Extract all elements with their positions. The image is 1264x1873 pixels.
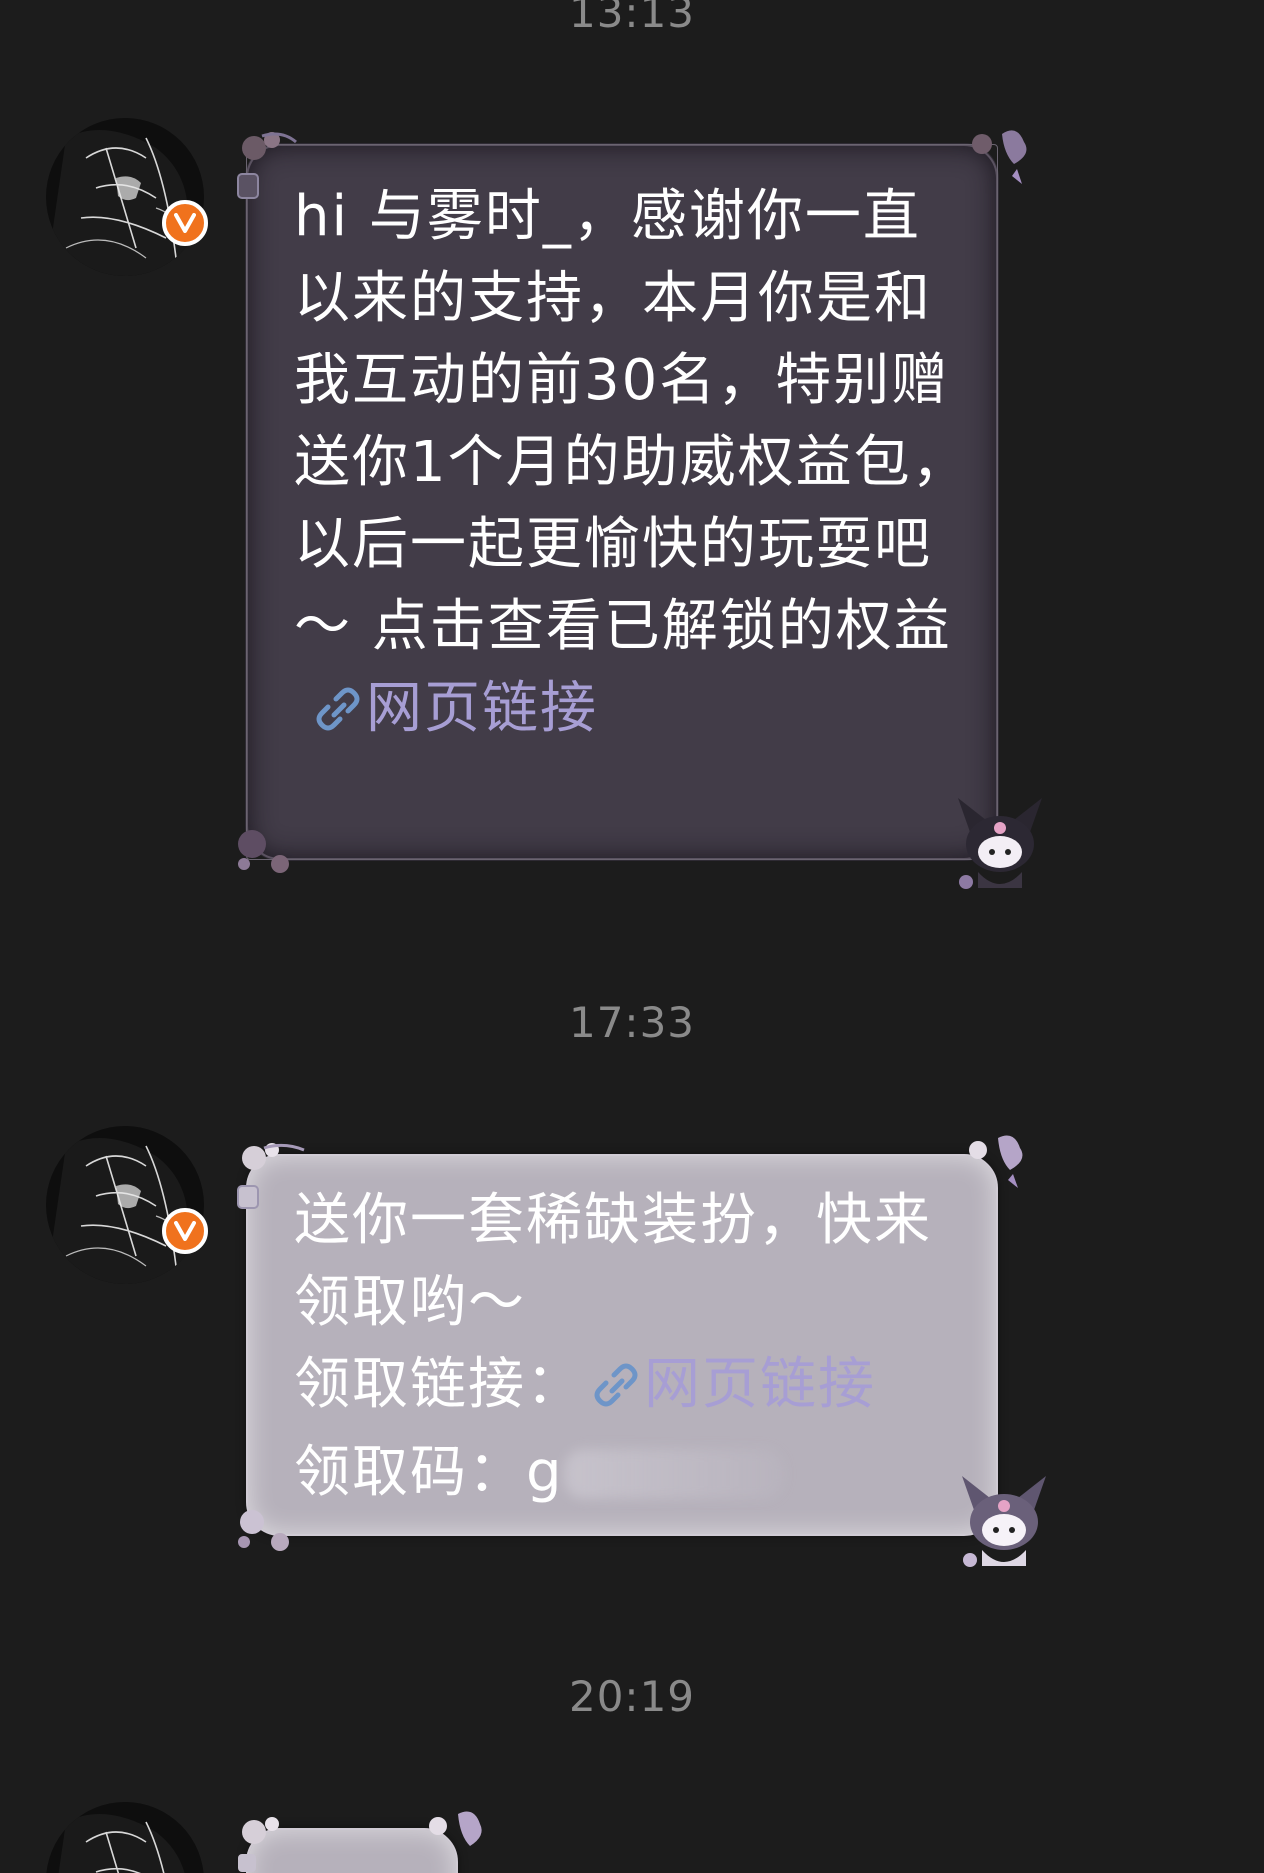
message-line: 送你一套稀缺装扮，快来领取哟～ xyxy=(294,1188,932,1335)
link-icon[interactable] xyxy=(592,1350,640,1432)
code-prefix: 领取码： xyxy=(294,1440,526,1505)
link-prefix: 领取链接： xyxy=(294,1352,584,1417)
message-text: hi 与雾时_，感谢你一直以来的支持，本月你是和我互动的前30名，特别赠送你1个… xyxy=(294,176,976,756)
avatar[interactable] xyxy=(46,118,208,276)
flower-decoration-icon xyxy=(237,132,297,199)
timestamp: 17:33 xyxy=(568,998,696,1047)
message-line: 领取链接： 网页链接 xyxy=(294,1344,976,1432)
chat-thread: 13:13 hi 与雾时_，感谢你一直以来的支持，本月你是和我互动的前30名，特… xyxy=(0,0,1264,1873)
message-bubble[interactable]: hi 与雾时_，感谢你一直以来的支持，本月你是和我互动的前30名，特别赠送你1个… xyxy=(232,130,1042,889)
flower-decoration-icon xyxy=(429,1811,482,1846)
message-text: 送你一套稀缺装扮，快来领取哟～ 领取链接： 网页链接 领取码：g xyxy=(294,1180,976,1514)
message-line: 领取码：g xyxy=(294,1432,976,1514)
message-body: hi 与雾时_，感谢你一直以来的支持，本月你是和我互动的前30名，特别赠送你1个… xyxy=(294,184,970,659)
claim-code: g xyxy=(526,1440,564,1505)
timestamp: 20:19 xyxy=(568,1672,696,1721)
avatar[interactable] xyxy=(46,1802,204,1873)
web-link[interactable]: 网页链接 xyxy=(366,676,598,741)
timestamp: 13:13 xyxy=(568,0,696,37)
avatar-image xyxy=(46,118,204,276)
message-bubble[interactable] xyxy=(232,1811,482,1873)
flower-decoration-icon xyxy=(238,830,289,873)
flower-decoration-icon xyxy=(238,1817,279,1872)
verified-badge-icon xyxy=(162,200,208,246)
redacted-code xyxy=(563,1449,784,1499)
avatar[interactable] xyxy=(46,1126,208,1284)
message-bubble[interactable]: 送你一套稀缺装扮，快来领取哟～ 领取链接： 网页链接 领取码：g xyxy=(232,1135,1046,1567)
avatar-image xyxy=(46,1802,204,1873)
avatar-image xyxy=(46,1126,204,1284)
flower-decoration-icon xyxy=(238,1510,289,1551)
web-link[interactable]: 网页链接 xyxy=(644,1352,876,1417)
link-icon[interactable] xyxy=(314,674,362,756)
verified-badge-icon xyxy=(162,1208,208,1254)
kuromi-sticker-icon xyxy=(958,798,1042,889)
